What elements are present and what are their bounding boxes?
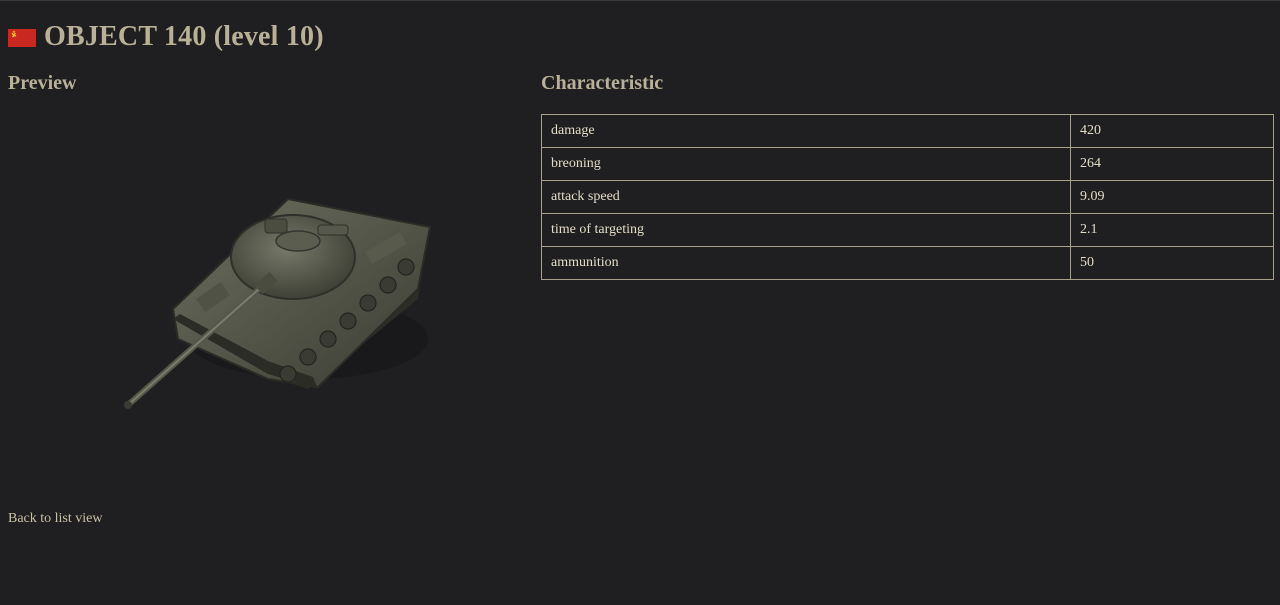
characteristic-value: 264 xyxy=(1070,147,1274,181)
characteristic-heading: Characteristic xyxy=(541,72,664,94)
table-row: ammunition 50 xyxy=(541,246,1274,280)
page-title: OBJECT 140 (level 10) xyxy=(44,21,324,52)
table-row: attack speed 9.09 xyxy=(541,180,1274,214)
tank-image xyxy=(118,189,438,419)
table-row: breoning 264 xyxy=(541,147,1274,181)
characteristic-name: damage xyxy=(541,114,1071,148)
characteristic-name: time of targeting xyxy=(541,213,1071,247)
page-header: OBJECT 140 (level 10) xyxy=(8,19,324,55)
characteristic-value: 50 xyxy=(1070,246,1274,280)
table-row: time of targeting 2.1 xyxy=(541,213,1274,247)
table-row: damage 420 xyxy=(541,114,1274,148)
characteristic-value: 420 xyxy=(1070,114,1274,148)
characteristic-value: 9.09 xyxy=(1070,180,1274,214)
characteristic-name: ammunition xyxy=(541,246,1071,280)
characteristic-name: breoning xyxy=(541,147,1071,181)
characteristic-name: attack speed xyxy=(541,180,1071,214)
characteristic-table: damage 420 breoning 264 attack speed 9.0… xyxy=(541,114,1274,280)
characteristic-value: 2.1 xyxy=(1070,213,1274,247)
preview-heading: Preview xyxy=(8,72,77,94)
ussr-flag-icon xyxy=(8,29,36,47)
back-to-list-link[interactable]: Back to list view xyxy=(8,511,103,527)
